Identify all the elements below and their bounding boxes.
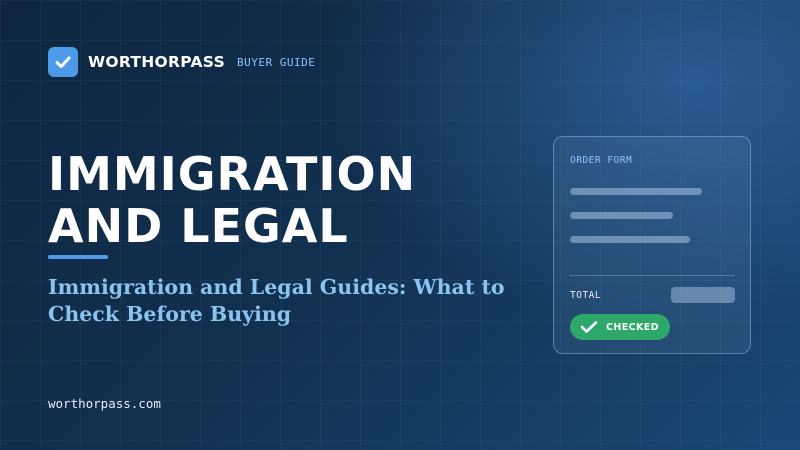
accent-bar bbox=[48, 255, 108, 259]
checkmark-icon bbox=[55, 56, 71, 68]
hero-banner: WORTHORPASS BUYER GUIDE IMMIGRATION AND … bbox=[0, 0, 800, 450]
order-form-card: ORDER FORM TOTAL CHECKED bbox=[553, 136, 751, 354]
placeholder-line bbox=[570, 188, 702, 195]
divider bbox=[570, 275, 734, 276]
status-badge: CHECKED bbox=[570, 314, 670, 340]
brand-logo bbox=[48, 47, 78, 77]
total-label: TOTAL bbox=[570, 290, 602, 301]
checkmark-icon bbox=[580, 321, 598, 333]
page-title: IMMIGRATION AND LEGAL bbox=[48, 147, 417, 253]
placeholder-line bbox=[570, 236, 690, 243]
status-label: CHECKED bbox=[606, 321, 659, 333]
brand-header: WORTHORPASS BUYER GUIDE bbox=[48, 47, 315, 77]
site-domain: worthorpass.com bbox=[48, 396, 161, 411]
page-subtitle: Immigration and Legal Guides: What to Ch… bbox=[48, 275, 505, 326]
order-form-title: ORDER FORM bbox=[570, 155, 633, 166]
brand-tag: BUYER GUIDE bbox=[237, 55, 316, 69]
placeholder-line bbox=[570, 212, 673, 219]
total-value-placeholder bbox=[671, 287, 735, 303]
brand-name: WORTHORPASS bbox=[88, 53, 226, 71]
